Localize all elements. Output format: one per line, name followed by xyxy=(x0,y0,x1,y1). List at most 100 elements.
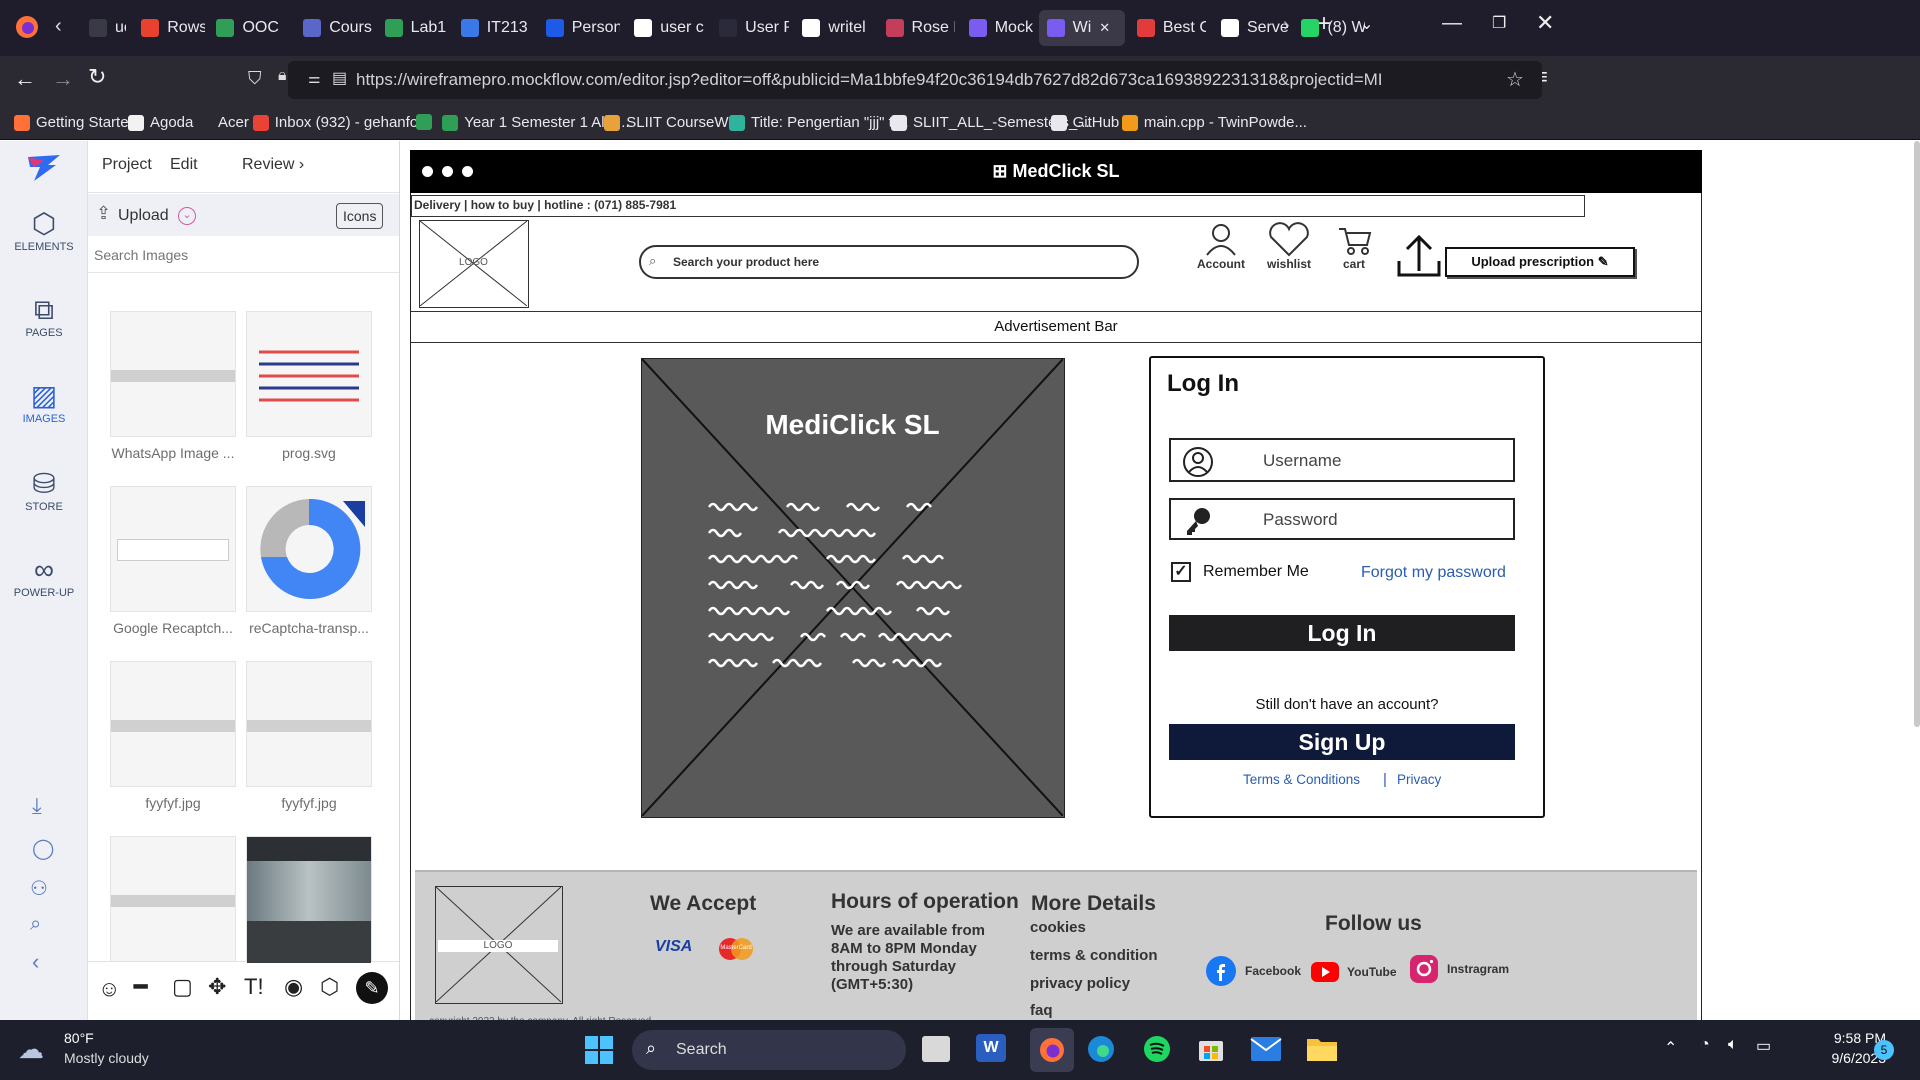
review-button[interactable]: Review › xyxy=(242,156,304,174)
upload-icon[interactable]: ⇪ xyxy=(96,203,111,224)
bookmark-item[interactable]: GitHub xyxy=(1050,114,1119,131)
icons-button[interactable]: Icons xyxy=(336,203,384,229)
draw-tool-icon[interactable]: ✎ xyxy=(356,972,388,1004)
windows-start-icon[interactable] xyxy=(584,1035,614,1065)
image-thumbnail[interactable] xyxy=(246,836,372,963)
signup-button[interactable]: Sign Up xyxy=(1169,724,1515,760)
browser-tab[interactable]: Mockf xyxy=(961,10,1033,46)
tab-scroll-left-icon[interactable]: ‹ xyxy=(55,15,62,38)
upload-button[interactable]: Upload xyxy=(118,207,169,225)
rail-item-elements[interactable]: ⬡ ELEMENTS xyxy=(0,207,88,253)
rail-item-images[interactable]: ▨ IMAGES xyxy=(0,379,88,425)
close-window-icon[interactable]: ✕ xyxy=(1536,10,1554,36)
url-bar[interactable]: ⛉ 🔒︎ ⚌ ▤ https://wireframepro.mockflow.c… xyxy=(248,61,1542,99)
footer-link-terms[interactable]: terms & condition xyxy=(1030,947,1158,964)
browser-tab[interactable]: (8) Wh xyxy=(1293,10,1365,46)
browser-tab[interactable]: Lab1 xyxy=(377,10,449,46)
shield-icon[interactable]: ⛉ xyxy=(248,68,262,89)
clock-time[interactable]: 9:58 PM xyxy=(1806,1030,1886,1046)
browser-tab[interactable]: Person xyxy=(538,10,620,46)
rail-item-power-up[interactable]: ∞ POWER-UP xyxy=(0,553,88,599)
image-thumbnail[interactable] xyxy=(110,661,236,787)
menu-project[interactable]: Project xyxy=(102,156,152,174)
restore-icon[interactable]: ❐ xyxy=(1492,13,1506,33)
emoji-tool-icon[interactable]: ☺ xyxy=(98,976,120,1002)
3d-tool-icon[interactable]: ⬡ xyxy=(320,974,339,1000)
image-thumbnail[interactable] xyxy=(110,311,236,437)
browser-tab[interactable]: Rows xyxy=(133,10,205,46)
remember-checkbox[interactable]: ✓ xyxy=(1171,562,1191,582)
image-search-input[interactable] xyxy=(94,241,389,269)
task-view-icon[interactable] xyxy=(922,1036,950,1062)
download-icon[interactable]: ⤓ xyxy=(32,793,42,819)
cloud-weather-icon[interactable]: ☁ xyxy=(18,1034,44,1065)
browser-tab[interactable]: Rose E xyxy=(878,10,955,46)
canvas-scrollbar[interactable] xyxy=(1914,141,1920,727)
mail-icon[interactable] xyxy=(1250,1036,1282,1062)
browser-tab[interactable]: user c xyxy=(626,10,705,46)
browser-tab[interactable]: Server xyxy=(1213,10,1289,46)
browser-tab[interactable]: ucti xyxy=(81,10,126,46)
team-icon[interactable]: ⚇ xyxy=(30,876,48,901)
mockflow-logo-icon[interactable] xyxy=(26,153,62,183)
volume-icon[interactable]: 🔈︎ xyxy=(1728,1036,1738,1054)
footer-link-cookies[interactable]: cookies xyxy=(1030,919,1086,936)
lock-icon[interactable]: 🔒︎ xyxy=(278,67,287,85)
tray-chevron-icon[interactable]: ⌃ xyxy=(1664,1038,1677,1058)
bookmark-item[interactable]: Title: Pengertian "jjj" ti... xyxy=(729,114,909,131)
upload-arrow-icon[interactable] xyxy=(1395,231,1443,279)
taskbar-search[interactable]: ⌕ Search xyxy=(632,1030,906,1070)
reader-icon[interactable]: ▤ xyxy=(332,68,347,88)
permissions-icon[interactable]: ⚌ xyxy=(308,70,321,87)
image-thumbnail[interactable] xyxy=(246,661,372,787)
image-thumbnail[interactable] xyxy=(246,311,372,437)
move-tool-icon[interactable]: ✥ xyxy=(208,974,226,1000)
bookmark-item[interactable]: Getting Started xyxy=(14,114,137,131)
username-field[interactable]: Username xyxy=(1169,438,1515,482)
terms-link[interactable]: Terms & Conditions xyxy=(1243,772,1360,787)
instagram-link[interactable]: Instragram xyxy=(1409,954,1509,984)
browser-tab[interactable]: writel xyxy=(794,10,871,46)
firefox-menu-icon[interactable] xyxy=(14,14,40,40)
login-button[interactable]: Log In xyxy=(1169,615,1515,651)
collapse-chevron-icon[interactable]: ‹ xyxy=(32,949,39,975)
browser-tab[interactable]: Wi ✕ xyxy=(1038,10,1125,46)
forgot-password-link[interactable]: Forgot my password xyxy=(1361,564,1506,582)
text-tool-icon[interactable]: T! xyxy=(244,974,264,1000)
browser-tab[interactable]: OOC xyxy=(208,10,289,46)
cart-button[interactable]: cart xyxy=(1329,223,1379,271)
upload-dropdown-icon[interactable]: ⌄ xyxy=(178,207,196,225)
comment-icon[interactable]: ◯ xyxy=(32,836,54,861)
record-tool-icon[interactable]: ◉ xyxy=(284,974,303,1000)
rail-item-store[interactable]: ⛁ STORE xyxy=(0,467,88,513)
bookmark-star-icon[interactable]: ☆ xyxy=(1506,67,1524,92)
browser-tab[interactable]: Cours xyxy=(295,10,372,46)
facebook-link[interactable]: Facebook xyxy=(1205,955,1301,987)
youtube-link[interactable]: YouTube xyxy=(1311,962,1397,982)
bookmark-item[interactable]: Agoda xyxy=(127,114,193,131)
wifi-icon[interactable]: ◔ xyxy=(1700,1036,1710,1054)
close-tab-icon[interactable]: ✕ xyxy=(1099,20,1110,36)
browser-tab[interactable]: IT213 xyxy=(453,10,532,46)
bookmark-item[interactable] xyxy=(416,114,438,130)
forward-icon[interactable]: → xyxy=(52,66,74,92)
image-thumbnail[interactable] xyxy=(110,836,236,962)
bookmark-item[interactable]: Year 1 Semester 1 All -... xyxy=(442,114,630,131)
menu-edit[interactable]: Edit xyxy=(170,156,198,174)
password-field[interactable]: Password xyxy=(1169,498,1515,540)
rail-item-pages[interactable]: ⧉ PAGES xyxy=(0,293,88,339)
bookmark-item[interactable]: SLIIT CourseWeb xyxy=(604,114,745,131)
bookmark-item[interactable]: main.cpp - TwinPowde... xyxy=(1121,114,1307,131)
account-button[interactable]: Account xyxy=(1191,223,1251,271)
privacy-link[interactable]: Privacy xyxy=(1397,772,1441,787)
rectangle-tool-icon[interactable]: ▢ xyxy=(172,974,193,1000)
wishlist-button[interactable]: wishlist xyxy=(1257,221,1321,271)
firefox-taskbar-button[interactable] xyxy=(1030,1028,1074,1072)
store-icon[interactable] xyxy=(1196,1034,1226,1064)
zoom-icon[interactable]: ⌕ xyxy=(30,913,41,936)
back-icon[interactable]: ← xyxy=(14,66,36,92)
product-search-bar[interactable]: ⌕ Search your product here xyxy=(639,245,1139,279)
browser-tab[interactable]: Best C xyxy=(1129,10,1206,46)
line-tool-icon[interactable]: ━ xyxy=(134,974,147,1000)
footer-link-privacy[interactable]: privacy policy xyxy=(1030,975,1130,992)
